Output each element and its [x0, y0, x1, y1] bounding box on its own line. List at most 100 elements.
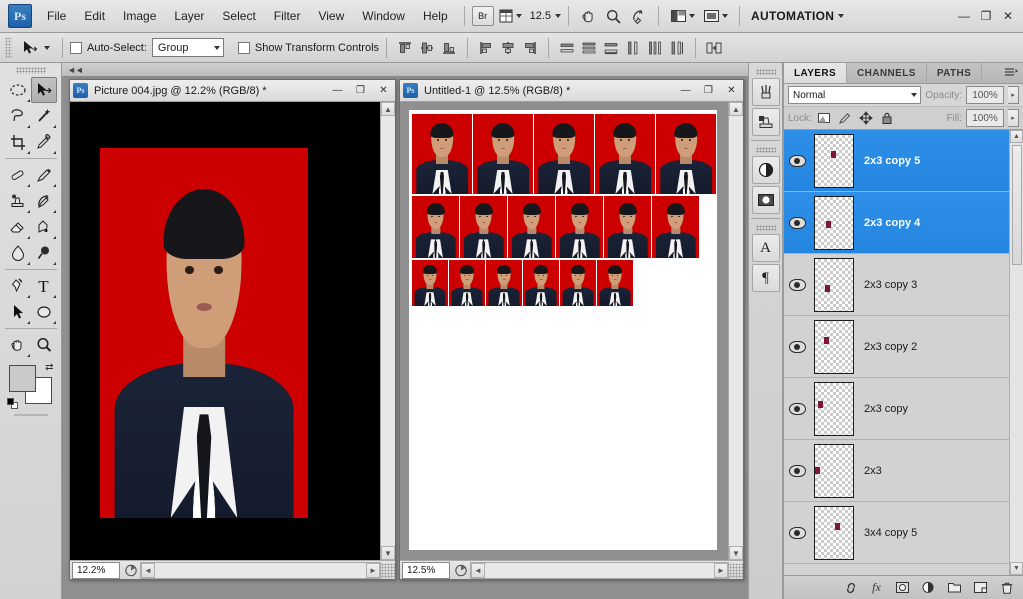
menu-layer[interactable]: Layer — [165, 4, 213, 28]
align-right-edges-button[interactable] — [519, 37, 541, 58]
mini-dock-grip-2[interactable] — [755, 147, 776, 153]
lock-all-button[interactable] — [879, 110, 896, 127]
show-transform-controls-checkbox[interactable] — [237, 41, 250, 54]
layer-row[interactable]: 2x3 copy 5 — [784, 130, 1009, 192]
delete-layer-icon[interactable] — [998, 579, 1015, 596]
document-window-untitled1[interactable]: Ps Untitled-1 @ 12.5% (RGB/8) * — ❐ ✕ ▲ … — [399, 79, 744, 580]
layer-thumbnail-cell[interactable] — [810, 133, 858, 188]
layers-scroll-thumb[interactable] — [1011, 145, 1022, 265]
zoom-chevron-down-icon[interactable] — [555, 14, 562, 18]
align-bottom-edges-button[interactable] — [438, 37, 460, 58]
fill-stepper[interactable]: ▸ — [1008, 109, 1019, 127]
window-close-button[interactable]: ✕ — [997, 7, 1019, 25]
canvas-picture004[interactable]: ▲ ▼ — [70, 102, 395, 560]
document-title-bar-1[interactable]: Ps Picture 004.jpg @ 12.2% (RGB/8) * — ❐… — [70, 80, 395, 102]
pen-tool[interactable] — [5, 273, 31, 299]
layers-list[interactable]: 2x3 copy 5 2x3 copy 4 2x3 copy 3 2x3 copy 2… — [784, 130, 1023, 575]
foreground-color-swatch[interactable] — [8, 365, 36, 392]
auto-align-layers-button[interactable] — [703, 37, 725, 58]
clone-source-panel-icon[interactable] — [751, 108, 780, 136]
tab-channels[interactable]: CHANNELS — [847, 63, 927, 83]
document-window-picture004[interactable]: Ps Picture 004.jpg @ 12.2% (RGB/8) * — ❐… — [69, 79, 396, 580]
align-left-edges-button[interactable] — [475, 37, 497, 58]
lasso-tool[interactable] — [5, 103, 31, 129]
arrange-documents-icon[interactable] — [699, 6, 732, 26]
menu-image[interactable]: Image — [114, 4, 165, 28]
brush-panel-icon[interactable] — [751, 78, 780, 106]
masks-panel-icon[interactable] — [751, 186, 780, 214]
menu-select[interactable]: Select — [213, 4, 264, 28]
lock-image-pixels-button[interactable] — [837, 110, 854, 127]
document-close-1[interactable]: ✕ — [375, 83, 392, 98]
tool-preset-picker[interactable] — [15, 38, 55, 58]
layer-row[interactable]: 3x4 copy 5 — [784, 502, 1009, 564]
workspace-switcher[interactable]: AUTOMATION — [747, 9, 838, 23]
document-size-icon-1[interactable] — [122, 562, 140, 578]
menu-edit[interactable]: Edit — [75, 4, 114, 28]
character-panel-icon[interactable]: A — [751, 234, 780, 262]
document-resize-grip-1[interactable] — [381, 562, 395, 578]
canvas-horizontal-scrollbar-1[interactable]: ◄ ► — [140, 561, 381, 579]
document-area-collapse-strip[interactable]: ◄◄ — [62, 63, 748, 77]
document-minimize-2[interactable]: — — [677, 83, 694, 98]
link-layers-icon[interactable] — [842, 579, 859, 596]
distribute-top-edges-button[interactable] — [556, 37, 578, 58]
canvas-horizontal-scrollbar-2[interactable]: ◄ ► — [470, 561, 729, 579]
screen-mode-icon[interactable] — [666, 6, 699, 26]
brush-tool[interactable] — [31, 162, 57, 188]
layer-row[interactable]: 2x3 copy 2 — [784, 316, 1009, 378]
type-tool[interactable]: T — [31, 273, 57, 299]
blend-mode-dropdown[interactable]: Normal — [788, 86, 922, 104]
layer-row[interactable]: 2x3 — [784, 440, 1009, 502]
swap-colors-icon[interactable]: ⇄ — [45, 362, 53, 373]
scroll-right-arrow-1[interactable]: ► — [366, 562, 380, 578]
history-brush-tool[interactable] — [31, 188, 57, 214]
workspace-chevron-down-icon[interactable] — [838, 14, 845, 18]
menu-file[interactable]: File — [38, 4, 75, 28]
status-zoom-1[interactable]: 12.2% — [72, 561, 120, 579]
scroll-down-arrow-1[interactable]: ▼ — [381, 546, 395, 560]
menu-view[interactable]: View — [309, 4, 353, 28]
align-vertical-centers-button[interactable] — [416, 37, 438, 58]
opacity-stepper[interactable]: ▸ — [1008, 86, 1019, 104]
document-minimize-1[interactable]: — — [329, 83, 346, 98]
zoom-icon[interactable] — [601, 6, 626, 27]
layer-mask-icon[interactable] — [894, 579, 911, 596]
menu-filter[interactable]: Filter — [265, 4, 310, 28]
fill-value[interactable]: 100% — [966, 109, 1004, 127]
adjustments-panel-icon[interactable] — [751, 156, 780, 184]
eyedropper-tool[interactable] — [31, 129, 57, 155]
window-minimize-button[interactable]: — — [953, 7, 975, 25]
document-size-icon-2[interactable] — [452, 562, 470, 578]
lock-transparent-pixels-button[interactable] — [816, 110, 833, 127]
status-zoom-2[interactable]: 12.5% — [402, 561, 450, 579]
blur-tool[interactable] — [5, 240, 31, 266]
layer-style-icon[interactable]: fx — [868, 579, 885, 596]
color-swatches[interactable]: ⇄ — [6, 362, 54, 409]
layer-thumbnail-cell[interactable] — [810, 505, 858, 560]
distribute-horizontal-centers-button[interactable] — [644, 37, 666, 58]
panel-menu-icon[interactable] — [999, 63, 1023, 83]
document-maximize-2[interactable]: ❐ — [700, 83, 717, 98]
align-top-edges-button[interactable] — [394, 37, 416, 58]
layers-scroll-up-arrow[interactable]: ▲ — [1010, 130, 1023, 143]
layer-row[interactable]: 2x3 copy 4 — [784, 192, 1009, 254]
menu-window[interactable]: Window — [353, 4, 414, 28]
hand-icon[interactable] — [576, 6, 601, 27]
marquee-tool[interactable] — [5, 77, 31, 103]
tab-paths[interactable]: PATHS — [927, 63, 983, 83]
scroll-left-arrow-2[interactable]: ◄ — [471, 562, 485, 578]
scroll-left-arrow-1[interactable]: ◄ — [141, 562, 155, 578]
document-resize-grip-2[interactable] — [729, 562, 743, 578]
layer-visibility-toggle[interactable] — [784, 402, 810, 415]
layer-visibility-toggle[interactable] — [784, 278, 810, 291]
distribute-bottom-edges-button[interactable] — [600, 37, 622, 58]
align-horizontal-centers-button[interactable] — [497, 37, 519, 58]
healing-brush-tool[interactable] — [5, 162, 31, 188]
menu-help[interactable]: Help — [414, 4, 457, 28]
layer-thumbnail-cell[interactable] — [810, 195, 858, 250]
rotate-view-icon[interactable] — [626, 6, 651, 27]
shape-tool[interactable] — [31, 299, 57, 325]
scroll-right-arrow-2[interactable]: ► — [714, 562, 728, 578]
path-selection-tool[interactable] — [5, 299, 31, 325]
